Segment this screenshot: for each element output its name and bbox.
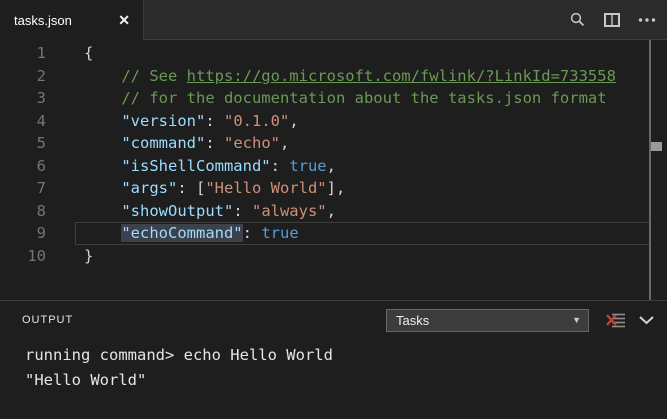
code-line[interactable]: 2 // See https://go.microsoft.com/fwlink… — [0, 65, 667, 88]
code-line[interactable]: 5 "command": "echo", — [0, 132, 667, 155]
scrollbar-track — [649, 40, 651, 302]
code-text: "version": "0.1.0", — [46, 110, 299, 133]
clear-output-icon[interactable] — [606, 312, 626, 329]
tab-strip — [143, 0, 667, 40]
output-content[interactable]: running command> echo Hello World"Hello … — [0, 339, 667, 393]
collapse-panel-icon[interactable] — [638, 315, 655, 325]
editor-lines: 1{2 // See https://go.microsoft.com/fwli… — [0, 42, 667, 267]
output-line: running command> echo Hello World — [25, 343, 667, 368]
code-text: "showOutput": "always", — [46, 200, 336, 223]
search-icon[interactable] — [567, 10, 587, 30]
code-text: { — [46, 42, 93, 65]
tab-bar: tasks.json ✕ — [0, 0, 667, 40]
editor-actions — [567, 10, 667, 30]
output-channel-select[interactable]: Tasks ▼ — [386, 309, 589, 332]
line-number: 8 — [0, 200, 46, 223]
code-line[interactable]: 10} — [0, 245, 667, 268]
output-panel: OUTPUT Tasks ▼ — [0, 300, 667, 419]
output-line: "Hello World" — [25, 368, 667, 393]
code-text: "echoCommand": true — [46, 222, 299, 245]
line-number: 9 — [0, 222, 46, 245]
line-number: 3 — [0, 87, 46, 110]
code-line[interactable]: 7 "args": ["Hello World"], — [0, 177, 667, 200]
more-actions-icon[interactable] — [637, 10, 657, 30]
code-line[interactable]: 1{ — [0, 42, 667, 65]
panel-title: OUTPUT — [22, 314, 73, 326]
scrollbar-thumb[interactable] — [651, 142, 662, 151]
code-text: // for the documentation about the tasks… — [46, 87, 607, 110]
code-line[interactable]: 4 "version": "0.1.0", — [0, 110, 667, 133]
close-icon[interactable]: ✕ — [118, 12, 130, 29]
line-number: 2 — [0, 65, 46, 88]
split-editor-icon[interactable] — [602, 10, 622, 30]
line-number: 10 — [0, 245, 46, 268]
line-number: 1 — [0, 42, 46, 65]
code-line[interactable]: 6 "isShellCommand": true, — [0, 155, 667, 178]
editor-pane[interactable]: 1{2 // See https://go.microsoft.com/fwli… — [0, 40, 667, 300]
code-text: // See https://go.microsoft.com/fwlink/?… — [46, 65, 616, 88]
vscode-window: tasks.json ✕ — [0, 0, 667, 419]
line-number: 6 — [0, 155, 46, 178]
code-text: "isShellCommand": true, — [46, 155, 336, 178]
chevron-down-icon: ▼ — [572, 315, 588, 325]
code-line[interactable]: 9 "echoCommand": true — [0, 222, 667, 245]
tab-tasks-json[interactable]: tasks.json ✕ — [0, 0, 143, 40]
code-text: "args": ["Hello World"], — [46, 177, 345, 200]
line-number: 4 — [0, 110, 46, 133]
code-line[interactable]: 8 "showOutput": "always", — [0, 200, 667, 223]
panel-header: OUTPUT Tasks ▼ — [0, 301, 667, 339]
line-number: 5 — [0, 132, 46, 155]
code-line[interactable]: 3 // for the documentation about the tas… — [0, 87, 667, 110]
line-number: 7 — [0, 177, 46, 200]
output-channel-value: Tasks — [387, 313, 429, 328]
tab-label: tasks.json — [14, 13, 72, 28]
code-text: "command": "echo", — [46, 132, 289, 155]
code-text: } — [46, 245, 93, 268]
